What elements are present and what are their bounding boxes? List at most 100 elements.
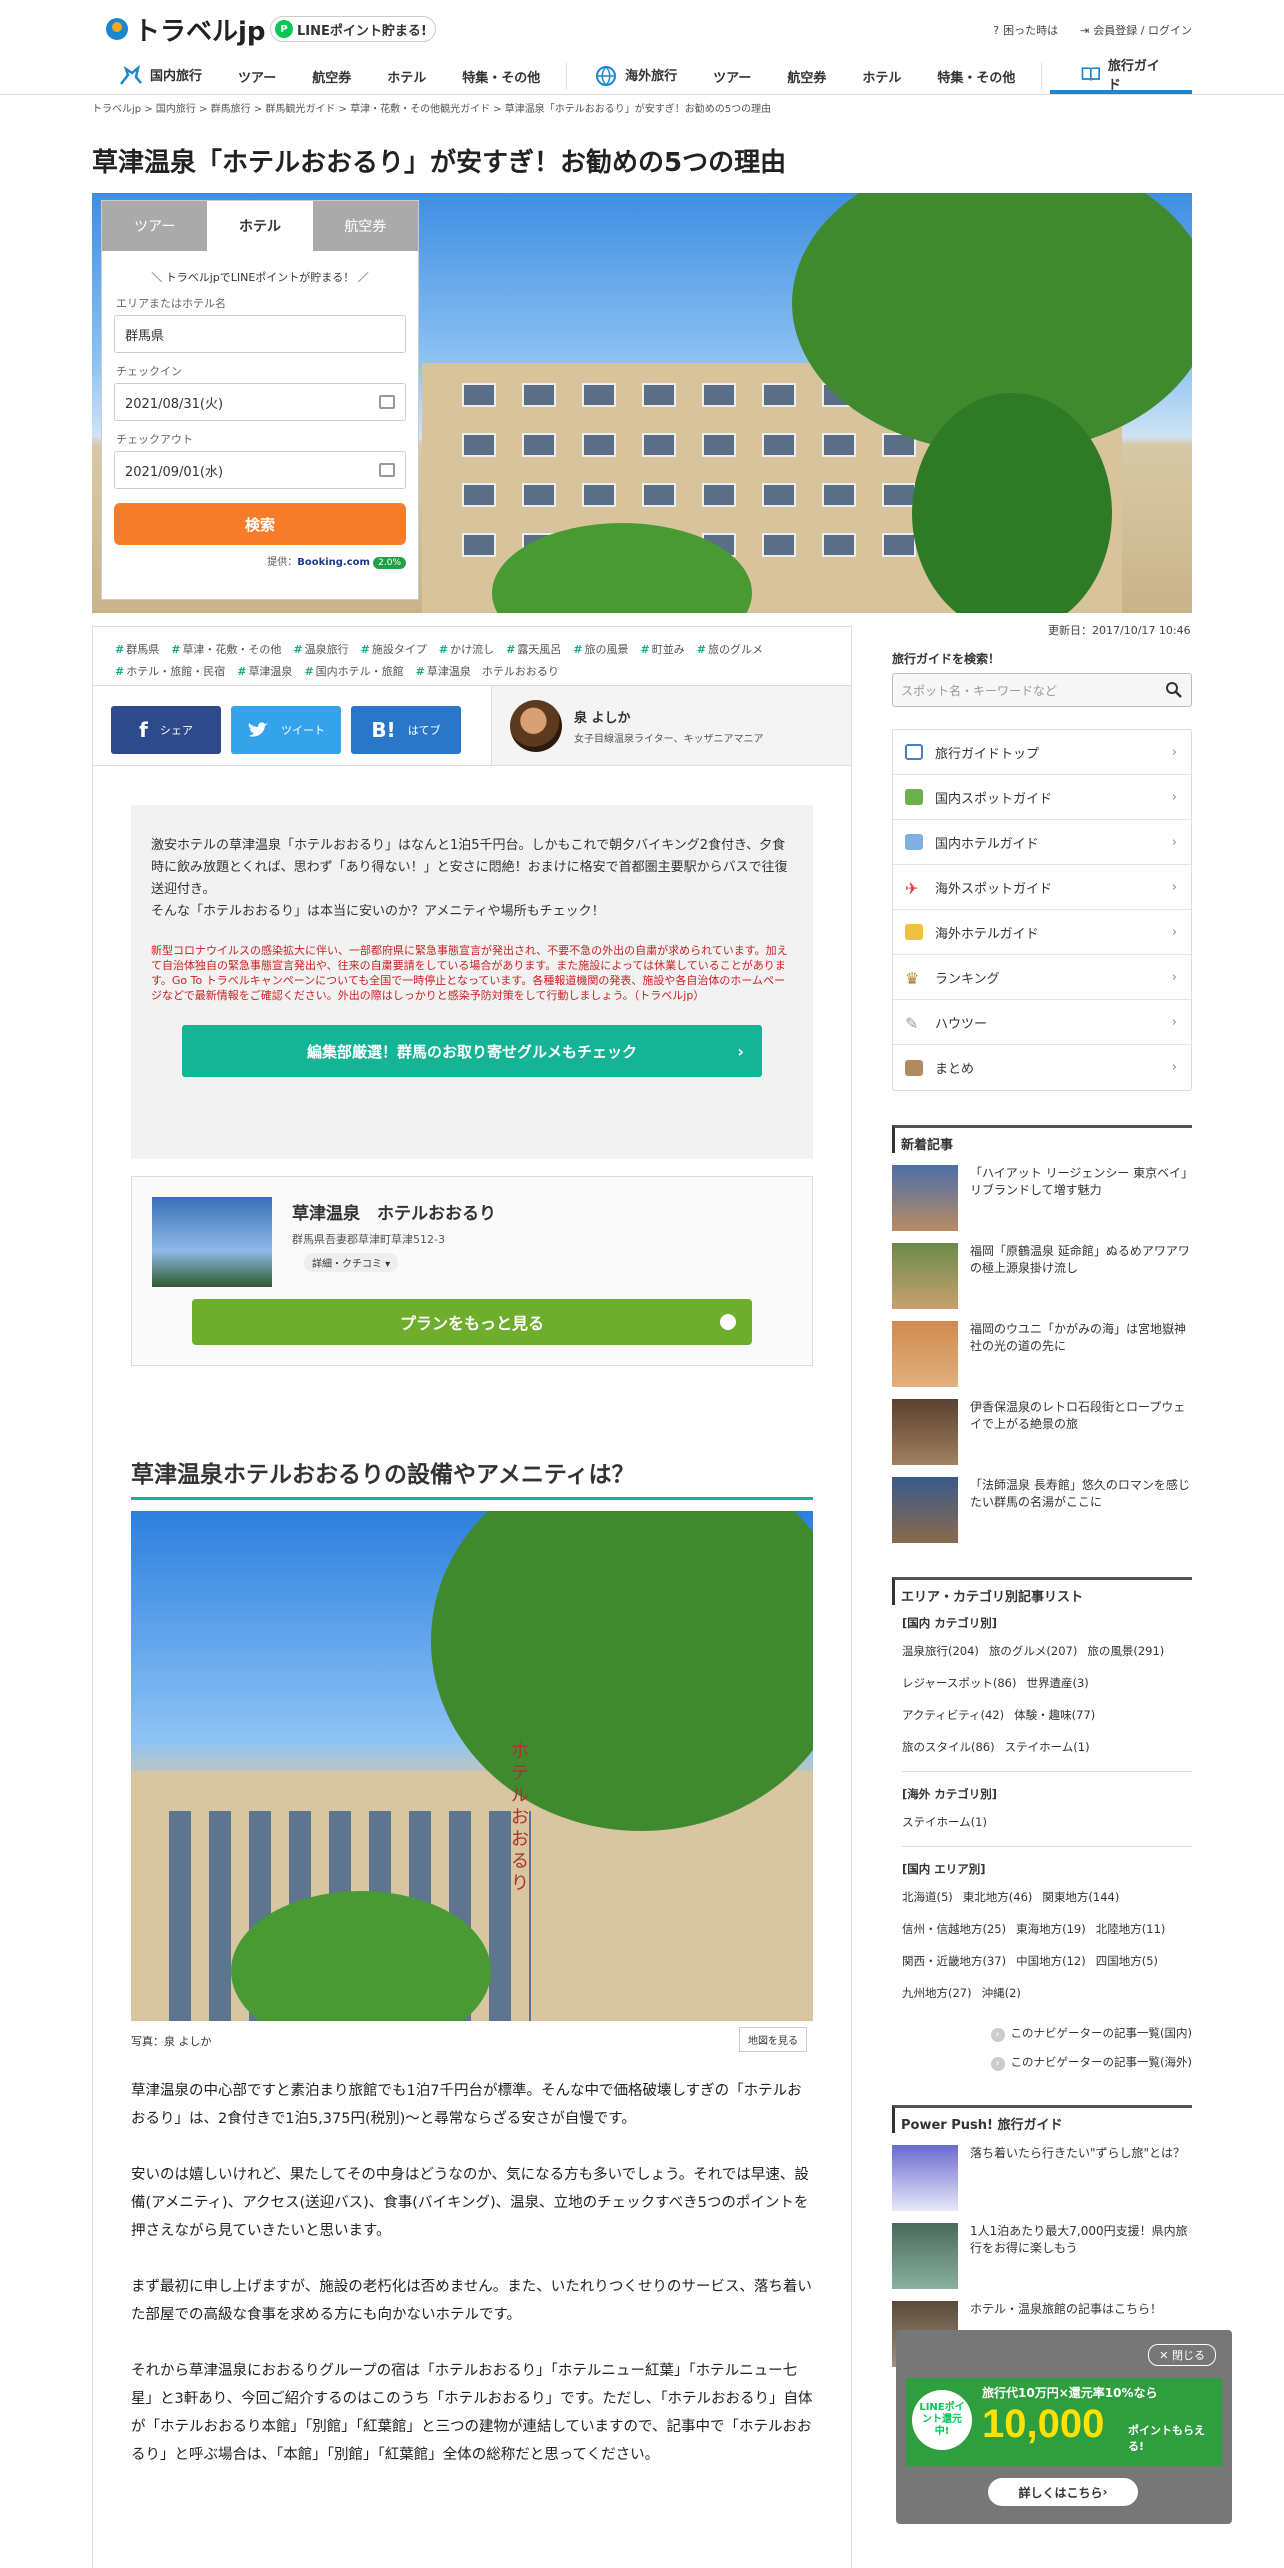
tag[interactable]: 草津温泉 ホテルおおるり [416,663,559,679]
area-link[interactable]: 東海地方(19) [1016,1921,1086,1937]
news-item[interactable]: 福岡「原鶴温泉 延命館」ぬるめアワアワの極上源泉掛け流し [892,1243,1192,1309]
search-icon[interactable] [1165,681,1183,699]
news-item[interactable]: 福岡のウユニ「かがみの海」は宮地嶽神社の光の道の先に [892,1321,1192,1387]
checkin-input[interactable]: 2021/08/31(火) [114,383,406,421]
news-item[interactable]: 「ハイアット リージェンシー 東京ベイ」リブランドして増す魅力 [892,1165,1192,1231]
tab-hotel[interactable]: ホテル [207,201,313,251]
facebook-share-button[interactable]: f シェア [111,706,221,754]
hotel-search-box: ツアー ホテル 航空券 ＼ トラベルjpでLINEポイントが貯まる！ ／ エリア… [102,201,418,599]
navigator-domestic-link[interactable]: このナビゲーターの記事一覧(国内) [902,2025,1192,2042]
category-link[interactable]: 温泉旅行(204) [902,1643,979,1659]
category-link[interactable]: アクティビティ(42) [902,1707,1004,1723]
guide-search-input[interactable]: スポット名・キーワードなど [892,673,1192,707]
news-item[interactable]: 伊香保温泉のレトロ石段街とロープウェイで上がる絶景の旅 [892,1399,1192,1465]
tag[interactable]: 群馬県 [115,641,159,657]
body-paragraph: まず最初に申し上げますが、施設の老朽化は否めません。また、いたれりつくせりのサー… [131,2279,812,2323]
category-link[interactable]: 旅のグルメ(207) [989,1643,1077,1659]
line-points-badge[interactable]: P LINEポイント貯まる! [270,16,436,42]
menu-ranking[interactable]: ♛ ランキング [893,955,1191,1000]
menu-matome[interactable]: まとめ [893,1045,1191,1090]
menu-overseas-hotel[interactable]: 海外ホテルガイド [893,910,1191,955]
hotel-name[interactable]: 草津温泉 ホテルおおるり [292,1199,496,1224]
tag[interactable]: 温泉旅行 [293,641,349,657]
power-push-item[interactable]: 落ち着いたら行きたい"ずらし旅"とは？ [892,2145,1192,2211]
hatena-bookmark-button[interactable]: B! はてブ [351,706,461,754]
navigator-overseas-link[interactable]: このナビゲーターの記事一覧(海外) [902,2054,1192,2071]
nav-travel-guide[interactable]: 旅行ガイド [1050,58,1192,94]
nav-domestic-tour[interactable]: ツアー [220,67,294,86]
help-link[interactable]: ? 困った時は [993,22,1058,38]
tag[interactable]: 草津・花敷・その他 [171,641,281,657]
area-link[interactable]: 関東地方(144) [1042,1889,1119,1905]
twitter-share-button[interactable]: ツイート [231,706,341,754]
power-push-item[interactable]: 1人1泊あたり最大7,000円支援！県内旅行をお得に楽しもう [892,2223,1192,2289]
author-card[interactable]: 泉 よしか 女子目線温泉ライター、キッザニアマニア [491,686,851,765]
tab-air[interactable]: 航空券 [312,201,418,251]
line-icon: P [275,20,293,38]
breadcrumb[interactable]: トラベルjp > 国内旅行 > 群馬旅行 > 群馬観光ガイド > 草津・花敷・そ… [92,100,771,115]
nav-overseas-special[interactable]: 特集・その他 [919,67,1033,86]
tag[interactable]: ホテル・旅館・民宿 [115,663,225,679]
menu-overseas-spot[interactable]: ✈ 海外スポットガイド [893,865,1191,910]
nav-domestic-air[interactable]: 航空券 [294,67,369,86]
area-link[interactable]: 沖縄(2) [982,1985,1021,2001]
area-link[interactable]: 中国地方(12) [1016,1953,1086,1969]
logo-icon [106,18,128,40]
detail-review-link[interactable]: 詳細・クチコミ ▾ [304,1253,399,1272]
tag[interactable]: 施設タイプ [361,641,427,657]
nav-overseas[interactable]: 海外旅行 [575,65,695,88]
provider-label: 提供： [267,557,298,568]
news-item[interactable]: 「法師温泉 長寿館」悠久のロマンを感じたい群馬の名湯がここに [892,1477,1192,1543]
category-link[interactable]: 旅の風景(291) [1087,1643,1164,1659]
area-input[interactable]: 群馬県 [114,315,406,353]
login-link[interactable]: ⇥ 会員登録 / ログイン [1080,22,1192,38]
checkout-input[interactable]: 2021/09/01(水) [114,451,406,489]
nav-domestic[interactable]: 国内旅行 [100,65,220,88]
site-logo[interactable]: トラベルjp [106,12,266,47]
tag[interactable]: かけ流し [439,641,494,657]
campaign-banner[interactable]: LINEポイント還元中! 旅行代10万円×還元率10%なら 10,000 ポイン… [906,2378,1222,2466]
area-link[interactable]: 四国地方(5) [1096,1953,1158,1969]
close-button[interactable]: ✕ 閉じる [1148,2344,1216,2366]
map-button[interactable]: 地図を見る [739,2027,807,2052]
logo-text: トラベルjp [134,16,266,47]
summary-icon [905,1059,923,1076]
category-link[interactable]: 旅のスタイル(86) [902,1739,995,1755]
menu-domestic-hotel[interactable]: 国内ホテルガイド [893,820,1191,865]
tag[interactable]: 草津温泉 [237,663,292,679]
tag[interactable]: 旅の風景 [573,641,629,657]
tag[interactable]: 町並み [641,641,685,657]
nav-domestic-hotel[interactable]: ホテル [369,67,444,86]
nav-overseas-air[interactable]: 航空券 [769,67,844,86]
area-link[interactable]: 信州・信越地方(25) [902,1921,1006,1937]
nav-domestic-special[interactable]: 特集・その他 [444,67,558,86]
menu-guide-top[interactable]: 旅行ガイドトップ [893,730,1191,775]
tag[interactable]: 露天風呂 [506,641,561,657]
category-link[interactable]: レジャースポット(86) [902,1675,1016,1691]
category-link[interactable]: 世界遺産(3) [1026,1675,1088,1691]
hotel-icon [905,834,923,850]
category-link[interactable]: ステイホーム(1) [902,1814,987,1830]
menu-howto[interactable]: ✎ ハウツー [893,1000,1191,1045]
area-link[interactable]: 関西・近畿地方(37) [902,1953,1006,1969]
nav-overseas-hotel[interactable]: ホテル [844,67,919,86]
gourmet-link-button[interactable]: 編集部厳選！群馬のお取り寄せグルメもチェック [182,1025,762,1077]
area-link[interactable]: 北陸地方(11) [1096,1921,1166,1937]
hotel-thumbnail[interactable] [152,1197,272,1287]
campaign-details-button[interactable]: 詳しくはこちら › [988,2478,1138,2506]
nav-overseas-tour[interactable]: ツアー [695,67,769,86]
more-plans-button[interactable]: プランをもっと見る [192,1299,752,1345]
area-link[interactable]: 九州地方(27) [902,1985,972,2001]
tag[interactable]: 旅のグルメ [697,641,763,657]
area-link[interactable]: 東北地方(46) [963,1889,1033,1905]
category-link[interactable]: ステイホーム(1) [1005,1739,1090,1755]
calendar-icon[interactable] [379,463,395,477]
menu-domestic-spot[interactable]: 国内スポットガイド [893,775,1191,820]
search-button[interactable]: 検索 [114,503,406,545]
category-link[interactable]: 体験・趣味(77) [1014,1707,1095,1723]
tag[interactable]: 国内ホテル・旅館 [304,663,404,679]
calendar-icon[interactable] [379,395,395,409]
share-bar: f シェア ツイート B! はてブ 泉 よしか 女子目線温泉ライター、キッザニアマニア [93,686,851,766]
area-link[interactable]: 北海道(5) [902,1889,953,1905]
tab-tour[interactable]: ツアー [102,201,208,251]
